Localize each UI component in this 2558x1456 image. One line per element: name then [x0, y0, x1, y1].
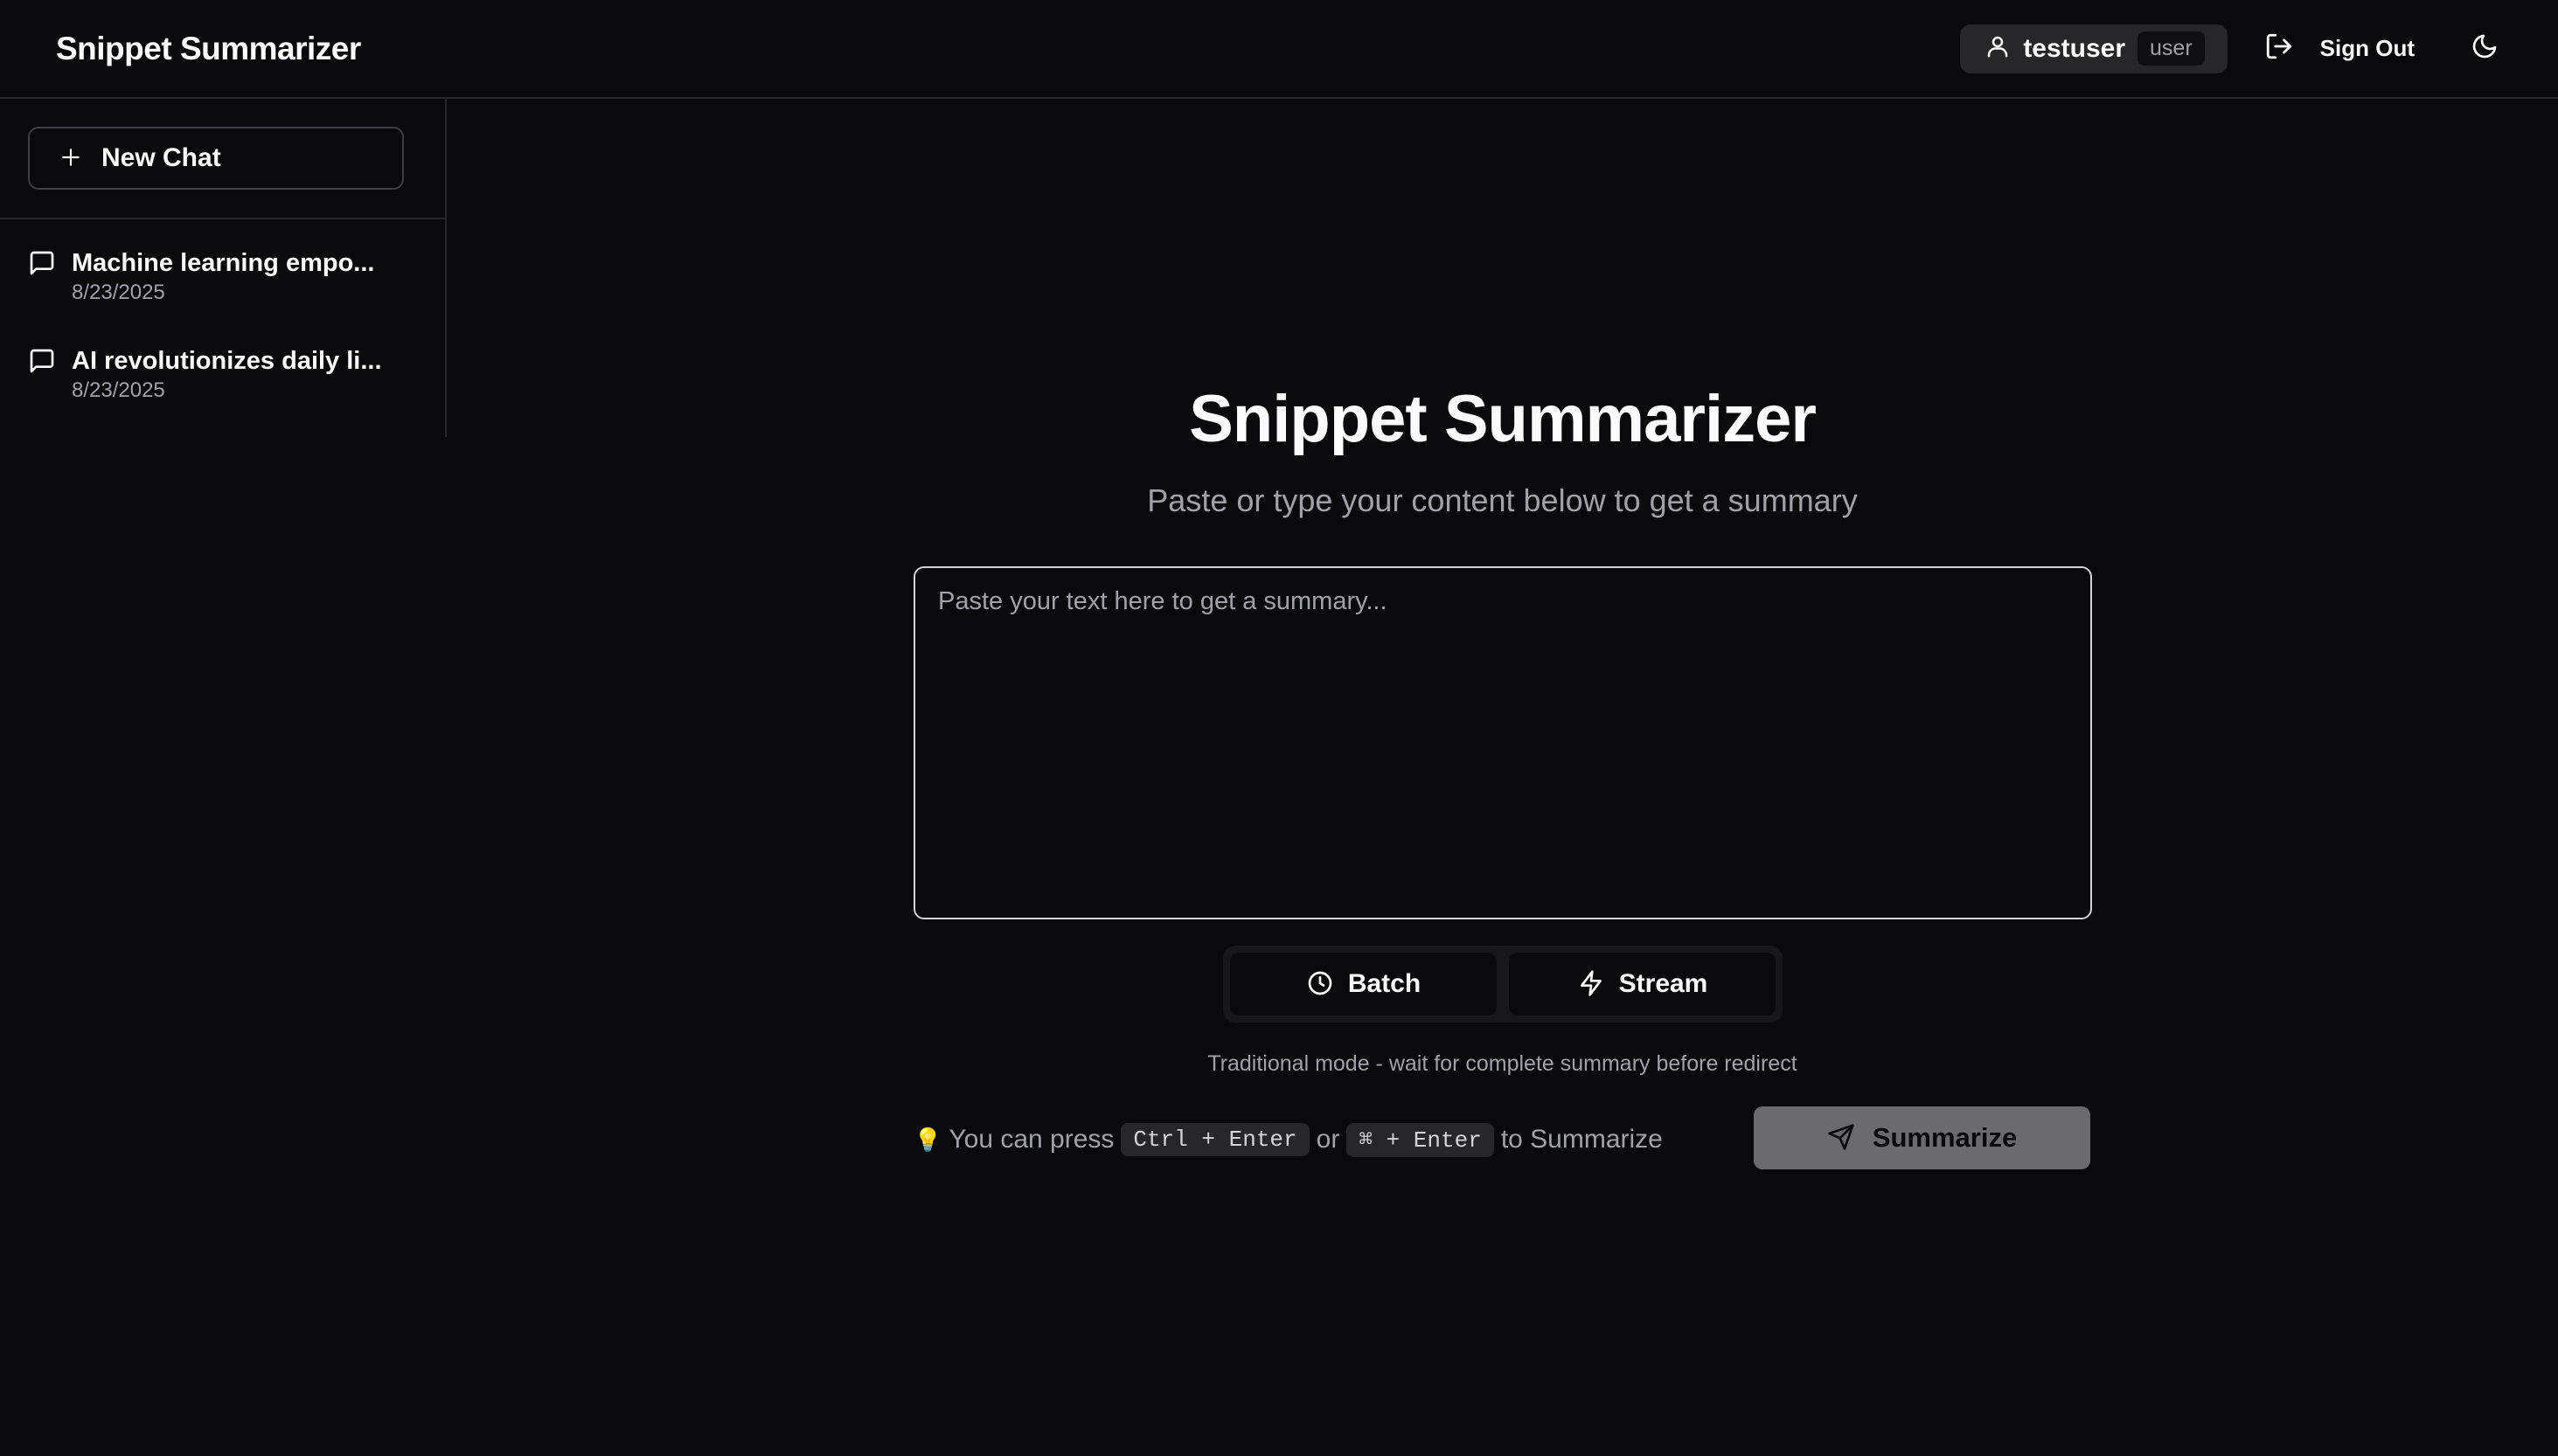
- zap-icon: [1577, 969, 1605, 1000]
- top-bar: Snippet Summarizer testuser user Sign Ou…: [0, 0, 2558, 99]
- mode-toggle: Batch Stream: [1223, 946, 1783, 1023]
- chat-history-item[interactable]: Machine learning empo... 8/23/2025: [0, 247, 445, 345]
- new-chat-section: New Chat: [0, 99, 445, 219]
- shortcut-key-cmd-enter: ⌘ + Enter: [1346, 1122, 1494, 1157]
- hint-suffix: to Summarize: [1500, 1125, 1663, 1154]
- new-chat-label: New Chat: [101, 143, 221, 172]
- stream-mode-label: Stream: [1618, 969, 1708, 998]
- chat-title: Machine learning empo...: [72, 249, 375, 277]
- shortcut-key-ctrl-enter: Ctrl + Enter: [1121, 1123, 1310, 1156]
- plus-icon: [59, 146, 82, 171]
- batch-mode-label: Batch: [1347, 969, 1421, 998]
- lightbulb-icon: 💡: [914, 1126, 942, 1153]
- sign-out-button[interactable]: Sign Out: [2264, 31, 2415, 66]
- mode-description: Traditional mode - wait for complete sum…: [1207, 1051, 1797, 1076]
- top-right-controls: testuser user Sign Out: [1960, 24, 2502, 73]
- chat-history-text: AI revolutionizes daily li... 8/23/2025: [72, 345, 382, 443]
- keyboard-hint: 💡 You can press Ctrl + Enter or ⌘ + Ente…: [914, 1120, 1663, 1159]
- moon-icon: [2471, 32, 2499, 65]
- batch-mode-button[interactable]: Batch: [1230, 953, 1497, 1016]
- message-square-icon: [28, 345, 56, 443]
- message-square-icon: [28, 247, 56, 345]
- chat-date: 8/23/2025: [72, 378, 165, 402]
- page-title: Snippet Summarizer: [1189, 382, 1817, 456]
- content-input[interactable]: [914, 566, 2092, 919]
- chat-history-text: Machine learning empo... 8/23/2025: [72, 247, 374, 345]
- chat-date: 8/23/2025: [72, 281, 165, 304]
- hint-or: or: [1316, 1125, 1340, 1154]
- log-out-icon: [2264, 31, 2294, 66]
- role-badge: user: [2137, 31, 2205, 66]
- chat-history-item[interactable]: AI revolutionizes daily li... 8/23/2025: [0, 345, 445, 443]
- sign-out-label: Sign Out: [2319, 35, 2415, 61]
- summarize-button[interactable]: Summarize: [1754, 1106, 2090, 1169]
- username: testuser: [2023, 33, 2126, 63]
- hint-prefix: You can press: [949, 1125, 1115, 1154]
- page-subtitle: Paste or type your content below to get …: [1147, 482, 1858, 518]
- user-icon: [1985, 33, 2011, 64]
- sidebar: New Chat Machine learning empo... 8/23/2…: [0, 99, 447, 437]
- app-title: Snippet Summarizer: [56, 30, 361, 66]
- send-icon: [1827, 1123, 1855, 1154]
- clock-icon: [1306, 969, 1334, 1000]
- stream-mode-button[interactable]: Stream: [1509, 953, 1776, 1016]
- new-chat-button[interactable]: New Chat: [28, 127, 404, 190]
- theme-toggle-button[interactable]: [2467, 31, 2502, 66]
- chat-history-list: Machine learning empo... 8/23/2025 AI re…: [0, 219, 445, 443]
- chat-title: AI revolutionizes daily li...: [72, 347, 382, 375]
- user-menu[interactable]: testuser user: [1960, 24, 2228, 73]
- summarize-label: Summarize: [1872, 1122, 2018, 1153]
